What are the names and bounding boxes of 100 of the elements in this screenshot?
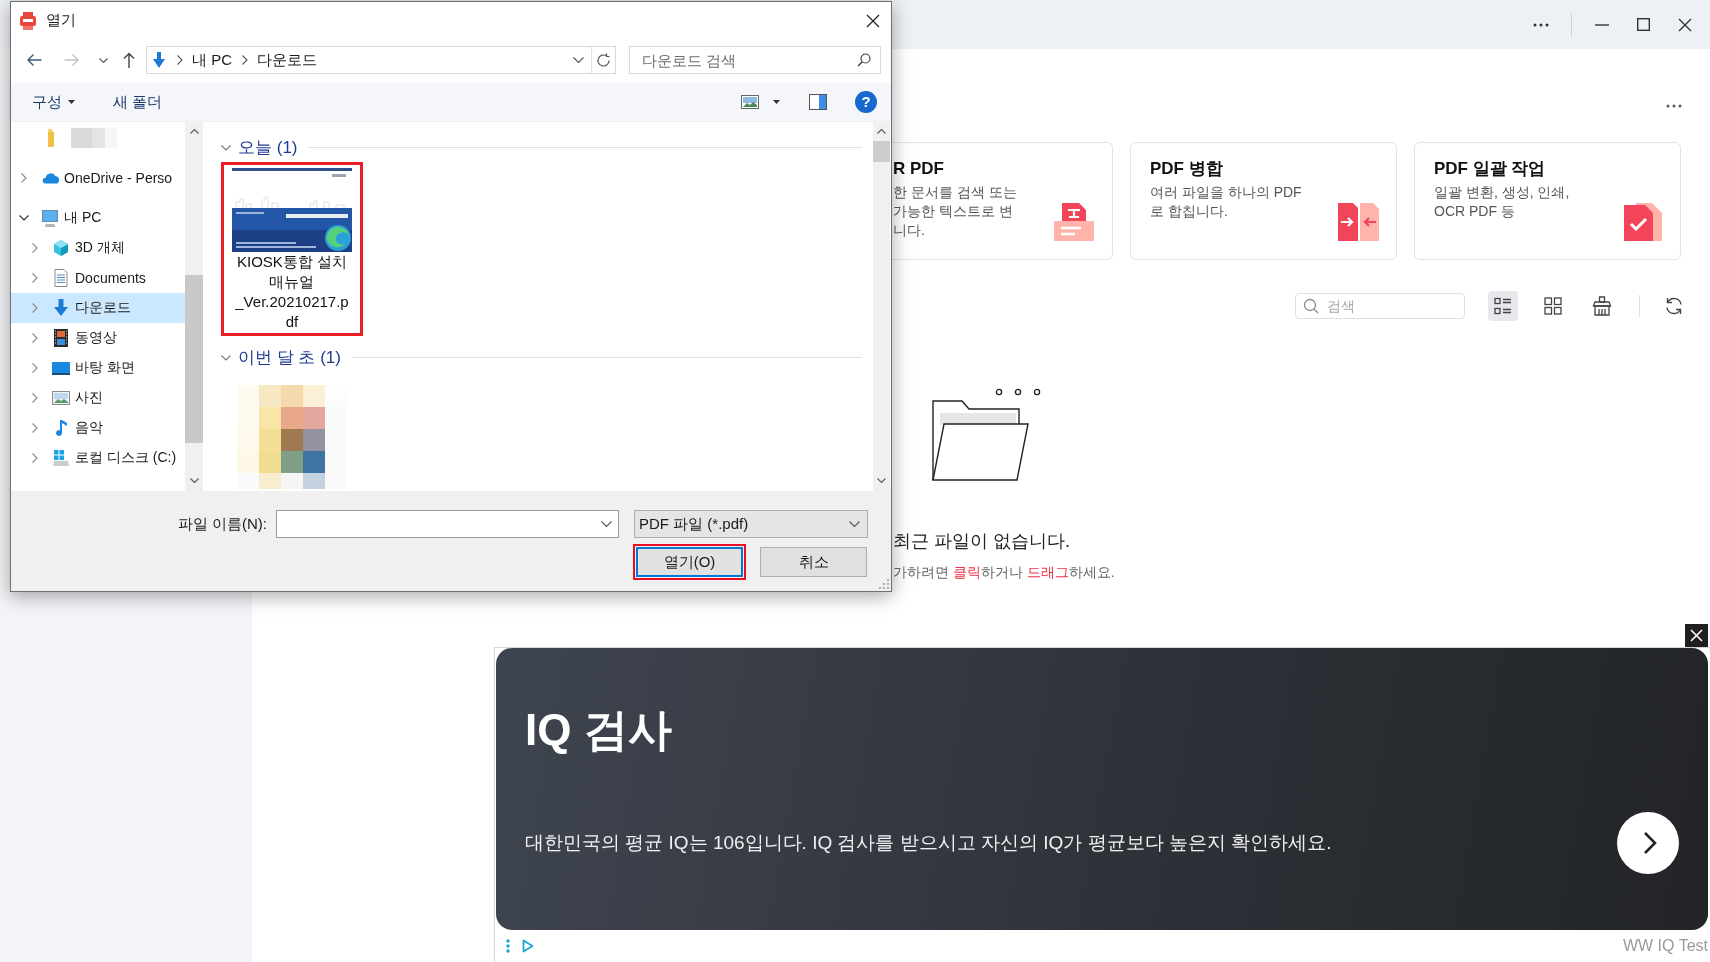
folder-icon xyxy=(48,129,54,147)
more-icon[interactable] xyxy=(1666,104,1682,108)
dialog-button[interactable]: 취소 xyxy=(760,547,867,577)
list-view-icon xyxy=(1494,297,1512,315)
nav-item[interactable]: Documents xyxy=(11,263,185,293)
toolbar-button[interactable]: 새 폴더 xyxy=(107,88,169,116)
chevron-right-icon xyxy=(1642,831,1657,855)
play-icon[interactable] xyxy=(522,939,534,953)
view-toggle-button[interactable] xyxy=(1488,291,1518,321)
help-button[interactable]: ? xyxy=(855,91,877,113)
chevron-right-icon[interactable] xyxy=(32,363,38,373)
card-description: 일괄 변환, 생성, 인쇄, OCR PDF 등 xyxy=(1434,183,1571,221)
ad-text: 대한민국의 평균 IQ는 106입니다. IQ 검사를 받으시고 자신의 IQ가 평균보다 높은지 확인하세요. xyxy=(525,831,1332,855)
link[interactable]: 클릭 xyxy=(952,564,981,580)
close-icon xyxy=(1690,629,1703,642)
file-name-field[interactable] xyxy=(276,510,619,538)
feature-card[interactable]: R PDF 한 문서를 검색 또는 가능한 텍스트로 변 니다. xyxy=(892,142,1113,260)
card-title: R PDF xyxy=(893,158,945,180)
document-icon xyxy=(51,268,71,288)
card-description: 한 문서를 검색 또는 가능한 텍스트로 변 니다. xyxy=(893,183,1018,240)
chevron-right-icon[interactable] xyxy=(32,453,38,463)
scrollbar-thumb[interactable] xyxy=(185,275,203,443)
ad-card[interactable]: IQ 검사 대한민국의 평균 IQ는 106입니다. IQ 검사를 받으시고 자신의 IQ가 평균보다 높은지 확인하세요. xyxy=(496,648,1708,930)
nav-item[interactable]: 바탕 화면 xyxy=(11,353,185,383)
chevron-right-icon[interactable] xyxy=(32,243,38,253)
advertiser-label: WW IQ Test xyxy=(1622,937,1708,955)
refresh-icon[interactable] xyxy=(1664,296,1684,316)
scrollbar[interactable] xyxy=(185,122,203,491)
maximize-icon[interactable] xyxy=(1637,18,1650,31)
drive-icon xyxy=(51,448,71,468)
chevron-right-icon[interactable] xyxy=(32,393,38,403)
chevron-right-icon[interactable] xyxy=(242,55,248,65)
vertical-dots-icon[interactable] xyxy=(506,939,510,953)
nav-item[interactable]: 동영상 xyxy=(11,323,185,353)
grid-view-icon xyxy=(1544,297,1562,315)
card-title: PDF 병합 xyxy=(1150,158,1224,180)
chevron-down-icon[interactable] xyxy=(189,478,199,483)
nav-item[interactable]: 3D 개체 xyxy=(11,233,185,263)
breadcrumb-item[interactable]: 다운로드 xyxy=(257,50,317,70)
chevron-down-icon[interactable] xyxy=(19,215,29,221)
minimize-icon[interactable] xyxy=(1595,23,1609,26)
link[interactable]: 드래그 xyxy=(1026,564,1069,580)
feature-card[interactable]: PDF 병합 여러 파일을 하나의 PDF 로 합칩니다. xyxy=(1130,142,1397,260)
chevron-down-icon[interactable] xyxy=(601,521,612,527)
chevron-up-icon[interactable] xyxy=(877,129,886,134)
chevron-down-icon[interactable] xyxy=(573,57,584,63)
scanner-document-icon xyxy=(1052,202,1096,242)
close-icon[interactable] xyxy=(1678,17,1692,32)
chevron-up-icon[interactable] xyxy=(189,129,199,134)
group-header[interactable]: 오늘 (1) xyxy=(221,134,873,161)
group-header[interactable]: 이번 달 초 (1) xyxy=(221,344,873,371)
nav-item[interactable]: 내 PC xyxy=(11,203,185,233)
chevron-right-icon[interactable] xyxy=(177,55,183,65)
chevron-right-icon[interactable] xyxy=(32,423,38,433)
card-description: 여러 파일을 하나의 PDF 로 합칩니다. xyxy=(1150,183,1303,221)
download-arrow-icon xyxy=(51,298,71,318)
ad-close-button[interactable] xyxy=(1685,624,1708,647)
back-arrow-icon[interactable] xyxy=(26,53,42,67)
film-strip-icon xyxy=(51,328,71,348)
nav-item[interactable]: 로컬 디스크 (C:) xyxy=(11,443,185,473)
nav-item[interactable]: 음악 xyxy=(11,413,185,443)
search-field[interactable]: 다운로드 검색 xyxy=(629,46,881,74)
field-label: 파일 이름(N): xyxy=(177,514,267,534)
caret-down-icon xyxy=(68,100,75,104)
file-type-dropdown[interactable]: PDF 파일 (*.pdf) xyxy=(634,510,868,538)
ad-title: IQ 검사 xyxy=(525,704,673,756)
printer-icon xyxy=(20,11,36,30)
up-arrow-icon[interactable] xyxy=(123,52,135,68)
chevron-down-icon[interactable] xyxy=(99,57,108,63)
caret-down-icon[interactable] xyxy=(773,100,780,104)
nav-item[interactable]: 사진 xyxy=(11,383,185,413)
breadcrumb-item[interactable]: 내 PC xyxy=(192,50,232,70)
more-icon[interactable] xyxy=(1533,22,1549,27)
chevron-down-icon[interactable] xyxy=(877,478,886,483)
resize-grip-icon[interactable] xyxy=(879,579,889,589)
dialog-button[interactable]: 열기(O) xyxy=(636,547,743,577)
search-field[interactable]: 검색 xyxy=(1295,293,1465,319)
dialog-title: 열기 xyxy=(46,11,76,30)
address-bar[interactable]: 내 PC 다운로드 xyxy=(146,46,616,74)
chevron-right-icon[interactable] xyxy=(32,273,38,283)
search-icon xyxy=(857,53,871,67)
refresh-icon[interactable] xyxy=(596,52,611,68)
scrollbar[interactable] xyxy=(873,122,890,491)
scrollbar-thumb[interactable] xyxy=(873,141,890,162)
cube-icon xyxy=(51,238,71,258)
nav-item[interactable]: 다운로드 xyxy=(11,293,185,323)
preview-pane-icon[interactable] xyxy=(809,94,827,110)
nav-item[interactable]: OneDrive - Perso xyxy=(11,163,185,193)
feature-card[interactable]: PDF 일괄 작업 일괄 변환, 생성, 인쇄, OCR PDF 등 xyxy=(1414,142,1681,260)
close-icon[interactable] xyxy=(866,13,880,28)
chevron-right-icon[interactable] xyxy=(32,333,38,343)
picture-view-icon[interactable] xyxy=(741,95,759,109)
file-tile[interactable]: KIOSK통합 설치 매뉴얼 _Ver.20210217.p df xyxy=(221,162,363,336)
broom-icon[interactable] xyxy=(1592,296,1612,316)
chevron-right-icon[interactable] xyxy=(21,173,27,183)
chevron-down-icon xyxy=(849,521,860,527)
empty-message: 최근 파일이 없습니다. xyxy=(893,530,1070,553)
toolbar-button[interactable]: 구성 xyxy=(26,88,81,116)
computer-icon xyxy=(40,208,60,228)
card-title: PDF 일괄 작업 xyxy=(1434,158,1547,180)
